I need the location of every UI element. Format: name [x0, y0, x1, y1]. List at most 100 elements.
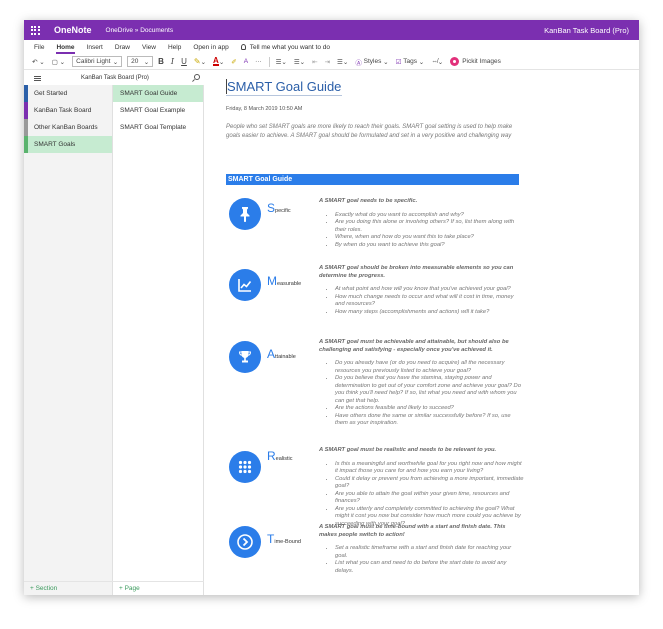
indent-button[interactable]: ⇥ — [325, 58, 330, 66]
menu-draw[interactable]: Draw — [115, 44, 130, 51]
list-item: By when do you want to achieve this goal… — [335, 242, 524, 250]
goal-description[interactable]: A SMART goal must be realistic and needs… — [319, 447, 524, 528]
page-smart-goal-template[interactable]: SMART Goal Template — [113, 119, 203, 136]
menu-file[interactable]: File — [34, 44, 44, 51]
outdent-button[interactable]: ⇤ — [312, 58, 317, 66]
sections-pane: Get Started KanBan Task Board Other KanB… — [24, 85, 113, 595]
open-in-app-button[interactable]: Open in app — [193, 44, 228, 51]
hamburger-icon[interactable] — [34, 75, 41, 81]
goal-word: Time-Bound — [267, 532, 301, 546]
tag-icon: ☑ — [395, 58, 402, 66]
section-smart-goals[interactable]: SMART Goals — [24, 136, 112, 153]
waffle-icon — [30, 25, 40, 35]
list-item: Are the actions feasible and likely to s… — [335, 405, 524, 413]
page-smart-goal-guide[interactable]: SMART Goal Guide — [113, 85, 203, 102]
add-page-button[interactable]: + Page — [113, 581, 204, 595]
menu-home[interactable]: Home — [56, 44, 75, 54]
goal-heading: A SMART goal should be broken into measu… — [319, 265, 514, 279]
goal-bullets: At what point and how will you know that… — [319, 286, 524, 316]
text-styles-button[interactable]: A — [244, 58, 248, 65]
add-section-button[interactable]: + Section — [24, 581, 113, 595]
goal-description[interactable]: A SMART goal needs to be specific. Exact… — [319, 198, 524, 249]
font-size-select[interactable]: 20 ⌄ — [127, 56, 154, 67]
underline-button[interactable]: U — [181, 57, 187, 66]
undo-button[interactable]: ↶ ⌄ — [32, 58, 45, 66]
tell-me-search[interactable]: Tell me what you want to do — [240, 43, 330, 51]
page-date: Friday, 8 March 2019 10:50 AM — [226, 106, 303, 112]
goal-heading: A SMART goal must be achievable and atta… — [319, 339, 509, 353]
section-label: Get Started — [34, 90, 68, 97]
bold-button[interactable]: B — [158, 57, 164, 66]
bullets-button[interactable]: ☰ ⌄ — [276, 58, 287, 66]
goal-word: Realistic — [267, 449, 293, 463]
app-launcher-button[interactable] — [24, 20, 46, 40]
pin-icon — [229, 198, 261, 230]
italic-button[interactable]: I — [171, 57, 174, 66]
section-other-kanban-boards[interactable]: Other KanBan Boards — [24, 119, 112, 136]
highlighter-icon: ✎ — [193, 57, 201, 66]
tags-button[interactable]: ☑ Tags ⌄ — [396, 58, 425, 66]
pickit-label: Pickit Images — [462, 58, 501, 65]
list-item: List what you can and need to do before … — [335, 560, 524, 575]
pickit-icon — [450, 57, 460, 66]
list-item: Do you already have (or do you need to a… — [335, 360, 524, 375]
breadcrumb[interactable]: OneDrive » Documents — [106, 27, 174, 34]
app-name[interactable]: OneNote — [54, 25, 92, 35]
page-smart-goal-example[interactable]: SMART Goal Example — [113, 102, 203, 119]
goal-bullets: Do you already have (or do you need to a… — [319, 360, 524, 428]
goal-heading: A SMART goal must be time-bound with a s… — [319, 524, 506, 538]
goal-description[interactable]: A SMART goal must be achievable and atta… — [319, 339, 524, 428]
guide-header[interactable]: SMART Goal Guide — [226, 174, 519, 185]
section-color-tab — [24, 85, 28, 102]
grid-icon — [229, 451, 261, 483]
goal-word: Attainable — [267, 347, 296, 361]
chevron-right-icon — [229, 526, 261, 558]
tags-label: Tags — [403, 58, 417, 65]
list-item: Is this a meaningful and worthwhile goal… — [335, 461, 524, 476]
goal-bullets: Is this a meaningful and worthwhile goal… — [319, 461, 524, 529]
more-button[interactable]: ··· — [255, 58, 262, 65]
onenote-window: OneNote OneDrive » Documents KanBan Task… — [24, 20, 639, 595]
menu-view[interactable]: View — [142, 44, 156, 51]
styles-label: Styles — [363, 58, 382, 65]
intro-paragraph[interactable]: People who set SMART goals are more like… — [226, 123, 526, 140]
font-name-value: Calibri Light — [76, 58, 111, 65]
pickit-images-button[interactable]: Pickit Images — [450, 57, 501, 66]
clear-formatting-button[interactable]: ✐ — [231, 58, 236, 66]
font-name-select[interactable]: Calibri Light ⌄ — [72, 56, 123, 67]
menu-help[interactable]: Help — [168, 44, 181, 51]
dictate-button[interactable]: ⇎ ⌄ — [431, 58, 443, 66]
section-label: Other KanBan Boards — [34, 124, 98, 131]
list-item: Exactly what do you want to accomplish a… — [335, 212, 524, 220]
section-kanban-task-board[interactable]: KanBan Task Board — [24, 102, 112, 119]
goal-bullets: Set a realistic timeframe with a start a… — [319, 545, 524, 575]
list-item: Do you believe that you have the stamina… — [335, 375, 524, 405]
section-label: KanBan Task Board — [34, 107, 92, 114]
chevron-down-icon: ⌄ — [143, 58, 150, 66]
menu-insert[interactable]: Insert — [87, 44, 103, 51]
paste-button[interactable]: ▢ ⌄ — [52, 58, 65, 66]
numbering-button[interactable]: ☰ ⌄ — [294, 58, 305, 66]
font-color-button[interactable]: A ⌄ — [213, 57, 224, 66]
section-get-started[interactable]: Get Started — [24, 85, 112, 102]
goal-description[interactable]: A SMART goal must be time-bound with a s… — [319, 524, 524, 575]
page-title[interactable]: SMART Goal Guide — [226, 79, 342, 96]
page-canvas[interactable]: SMART Goal Guide Friday, 8 March 2019 10… — [204, 71, 639, 595]
notebook-header: KanBan Task Board (Pro) — [24, 71, 204, 85]
lightbulb-icon — [240, 44, 246, 50]
styles-button[interactable]: Ⓐ Styles ⌄ — [355, 57, 388, 67]
undo-icon: ↶ — [32, 58, 38, 66]
styles-icon: Ⓐ — [355, 59, 362, 67]
search-icon[interactable] — [194, 74, 200, 80]
trophy-icon — [229, 341, 261, 373]
tell-me-label: Tell me what you want to do — [249, 43, 330, 51]
align-icon: ☰ — [337, 58, 343, 66]
notebook-title[interactable]: KanBan Task Board (Pro) — [81, 75, 149, 81]
goal-description[interactable]: A SMART goal should be broken into measu… — [319, 265, 524, 316]
list-item: How much change needs to occur and what … — [335, 294, 524, 309]
list-item: At what point and how will you know that… — [335, 286, 524, 294]
list-item: Set a realistic timeframe with a start a… — [335, 545, 524, 560]
highlight-button[interactable]: ✎ ⌄ — [194, 57, 206, 66]
goal-word: Measurable — [267, 274, 302, 288]
align-button[interactable]: ☰ ⌄ — [337, 58, 348, 66]
